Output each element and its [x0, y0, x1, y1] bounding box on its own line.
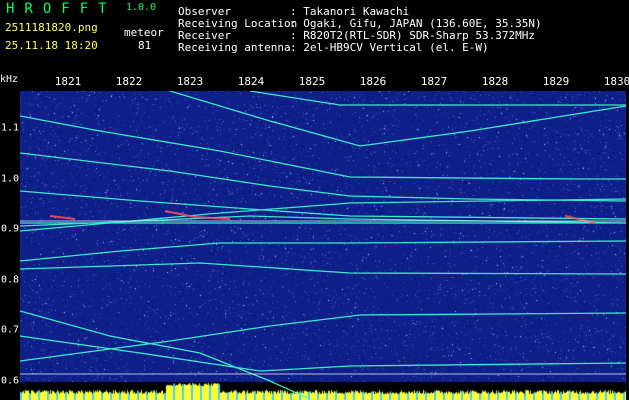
x-tick-label: 1830 — [603, 75, 629, 88]
y-tick-label: 0.6 — [1, 375, 20, 386]
y-tick-label: 1.1 — [1, 122, 20, 134]
signal-trace — [20, 335, 626, 372]
signal-trace — [249, 91, 626, 106]
file-name: 2511181820.png — [5, 21, 98, 34]
file-datetime: 25.11.18 18:20 — [5, 39, 98, 52]
x-tick-label: 1822 — [115, 75, 143, 88]
y-tick-label: 0.9 — [1, 223, 20, 235]
signal-trace — [20, 262, 626, 275]
meteor-echo — [49, 215, 76, 220]
y-tick-label: 0.7 — [1, 324, 20, 336]
x-tick-label: 1826 — [359, 75, 387, 88]
x-tick-label: 1829 — [542, 75, 570, 88]
spectrogram-plot — [20, 91, 626, 400]
x-tick-label: 1821 — [54, 75, 82, 88]
app-name: HROFFT — [6, 1, 117, 17]
signal-trace — [20, 198, 626, 232]
spectrogram-traces — [20, 91, 626, 400]
y-tick-label: 1.0 — [1, 173, 20, 184]
header-panel: HROFFT 1.0.0 2511181820.png 25.11.18 18:… — [0, 0, 629, 74]
signal-trace — [20, 240, 626, 262]
signal-trace — [20, 312, 626, 362]
y-axis-ticks: 1.1 1.0 0.9 0.8 0.7 0.6 — [0, 74, 20, 400]
x-tick-label: 1827 — [420, 75, 448, 88]
x-tick-label: 1828 — [481, 75, 509, 88]
x-tick-label: 1824 — [237, 75, 265, 88]
app-version: 1.0.0 — [126, 2, 157, 13]
antenna-label: Receiving antenna — [178, 41, 291, 54]
meteor-count: 81 — [138, 39, 152, 52]
signal-trace — [20, 115, 626, 180]
x-tick-label: 1823 — [176, 75, 204, 88]
x-tick-label: 1825 — [298, 75, 326, 88]
antenna-value: : 2el-HB9CV Vertical (el. E-W) — [290, 41, 489, 54]
x-axis-ticks: 1821 1822 1823 1824 1825 1826 1827 1828 1829 1830 — [0, 74, 629, 90]
meteor-label: meteor — [124, 26, 164, 39]
signal-trace — [20, 152, 626, 202]
y-tick-label: 0.8 — [1, 274, 20, 285]
signal-trace — [169, 91, 626, 147]
